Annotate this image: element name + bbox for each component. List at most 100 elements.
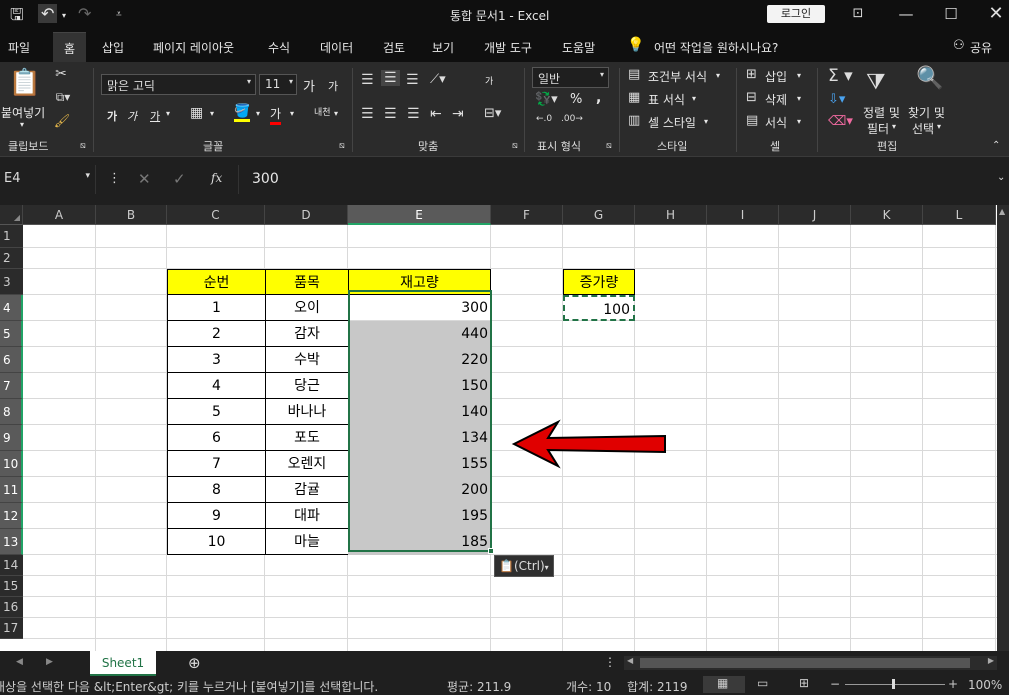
column-header-L[interactable]: L bbox=[923, 205, 996, 225]
delete-cells-button[interactable]: 삭제 bbox=[765, 91, 787, 108]
tab-file[interactable]: 파일 bbox=[8, 39, 30, 56]
conditional-format-button[interactable]: 조건부 서식 bbox=[648, 68, 707, 85]
format-cells-button[interactable]: 서식 bbox=[765, 114, 787, 131]
cut-icon[interactable]: ✂ bbox=[52, 66, 70, 82]
fill-color-icon[interactable]: 🪣 bbox=[234, 104, 250, 122]
copy-icon[interactable]: ⧉▾ bbox=[52, 90, 74, 105]
item-cell[interactable]: 오이 bbox=[265, 295, 349, 321]
fill-icon[interactable]: ⇩▾ bbox=[828, 92, 845, 107]
zoom-slider-thumb[interactable] bbox=[892, 679, 895, 689]
decrease-decimal-icon[interactable]: .00→ bbox=[561, 114, 583, 124]
stock-cell[interactable]: 200 bbox=[348, 477, 491, 503]
row-header-17[interactable]: 17 bbox=[0, 618, 23, 639]
column-header-K[interactable]: K bbox=[851, 205, 923, 225]
align-right-icon[interactable]: ☰ bbox=[407, 106, 420, 122]
percent-button[interactable]: % bbox=[570, 92, 582, 107]
select-all-corner[interactable]: ◢ bbox=[0, 205, 23, 225]
zoom-in-icon[interactable]: + bbox=[948, 677, 958, 691]
decrease-indent-icon[interactable]: ⇤ bbox=[430, 106, 442, 122]
column-header-A[interactable]: A bbox=[23, 205, 96, 225]
normal-view-button[interactable]: ▦ bbox=[703, 676, 745, 693]
cancel-icon[interactable]: ✕ bbox=[138, 170, 151, 188]
horizontal-scrollbar[interactable]: ◀ ▶ bbox=[624, 656, 997, 670]
align-left-icon[interactable]: ☰ bbox=[361, 106, 374, 122]
table-header-stock[interactable]: 재고량 bbox=[348, 269, 491, 295]
column-header-B[interactable]: B bbox=[96, 205, 167, 225]
row-header-12[interactable]: 12 bbox=[0, 503, 23, 529]
hscroll-right-icon[interactable]: ▶ bbox=[988, 656, 994, 665]
format-painter-icon[interactable]: 🖌 bbox=[52, 114, 72, 129]
wrap-text-button[interactable]: 가 bbox=[485, 74, 493, 87]
column-header-H[interactable]: H bbox=[635, 205, 707, 225]
paste-button[interactable]: 붙여넣기 bbox=[1, 104, 45, 121]
number-launcher-icon[interactable]: ⧅ bbox=[606, 141, 612, 151]
border-icon[interactable]: ▦ bbox=[190, 105, 203, 121]
row-header-13[interactable]: 13 bbox=[0, 529, 23, 555]
zoom-out-icon[interactable]: − bbox=[830, 677, 840, 691]
maximize-icon[interactable]: ☐ bbox=[933, 2, 969, 26]
clear-icon[interactable]: ⌫▾ bbox=[828, 114, 853, 129]
page-break-view-icon[interactable]: ⊞ bbox=[799, 676, 809, 690]
cell-styles-button[interactable]: 셀 스타일 bbox=[648, 114, 696, 131]
autosum-icon[interactable]: Σ ▾ bbox=[828, 66, 853, 86]
row-header-16[interactable]: 16 bbox=[0, 597, 23, 618]
format-as-table-button[interactable]: 표 서식 bbox=[648, 91, 685, 108]
shrink-font-button[interactable]: 가 bbox=[328, 78, 338, 94]
hscroll-left-icon[interactable]: ◀ bbox=[627, 656, 633, 665]
stock-cell[interactable]: 140 bbox=[348, 399, 491, 425]
formula-input[interactable]: 300 bbox=[252, 171, 279, 187]
orientation-icon[interactable]: ⟋▾ bbox=[430, 72, 446, 87]
stock-cell[interactable]: 150 bbox=[348, 373, 491, 399]
tab-view[interactable]: 보기 bbox=[432, 39, 454, 56]
vertical-scrollbar[interactable]: ▲ bbox=[997, 205, 1009, 651]
sequence-cell[interactable]: 10 bbox=[167, 529, 266, 555]
border-dropdown-icon[interactable]: ▾ bbox=[210, 109, 214, 118]
align-center-icon[interactable]: ☰ bbox=[384, 106, 397, 122]
sort-filter-button-line1[interactable]: 정렬 및 bbox=[863, 104, 900, 121]
tab-formulas[interactable]: 수식 bbox=[268, 39, 290, 56]
find-select-button-line1[interactable]: 찾기 및 bbox=[908, 104, 945, 121]
enter-icon[interactable]: ✓ bbox=[173, 170, 186, 188]
row-header-3[interactable]: 3 bbox=[0, 269, 23, 295]
page-layout-view-icon[interactable]: ▭ bbox=[757, 676, 768, 690]
sequence-cell[interactable]: 8 bbox=[167, 477, 266, 503]
underline-dropdown-icon[interactable]: ▾ bbox=[166, 109, 170, 118]
clipboard-launcher-icon[interactable]: ⧅ bbox=[80, 141, 86, 151]
font-color-dropdown-icon[interactable]: ▾ bbox=[290, 109, 294, 118]
zoom-slider[interactable] bbox=[845, 684, 945, 685]
stock-cell[interactable]: 440 bbox=[348, 321, 491, 347]
increase-value-cell[interactable]: 100 bbox=[563, 295, 635, 321]
phonetic-dropdown-icon[interactable]: ▾ bbox=[334, 109, 338, 118]
align-bottom-icon[interactable]: ☰ bbox=[406, 72, 419, 88]
scroll-thumb[interactable] bbox=[640, 658, 970, 668]
font-size-select[interactable]: 11 ▾ bbox=[259, 74, 297, 95]
row-header-6[interactable]: 6 bbox=[0, 347, 23, 373]
increase-indent-icon[interactable]: ⇥ bbox=[452, 106, 464, 122]
item-cell[interactable]: 감자 bbox=[265, 321, 349, 347]
sheet-tab-sheet1[interactable]: Sheet1 bbox=[90, 651, 156, 676]
more-options-icon[interactable]: ⋮ bbox=[108, 171, 121, 186]
paste-icon[interactable]: 📋 bbox=[8, 68, 42, 100]
item-cell[interactable]: 오렌지 bbox=[265, 451, 349, 477]
grow-font-button[interactable]: 가 bbox=[303, 76, 315, 95]
row-header-4[interactable]: 4 bbox=[0, 295, 23, 321]
stock-cell[interactable]: 220 bbox=[348, 347, 491, 373]
item-cell[interactable]: 포도 bbox=[265, 425, 349, 451]
paste-dropdown-icon[interactable]: ▾ bbox=[20, 120, 24, 129]
table-header-number[interactable]: 순번 bbox=[167, 269, 266, 295]
number-format-select[interactable]: 일반 ▾ bbox=[532, 67, 609, 88]
italic-button[interactable]: 가 bbox=[127, 108, 137, 124]
scroll-left-icon[interactable]: ◀ bbox=[16, 657, 23, 667]
increase-header[interactable]: 증가량 bbox=[563, 269, 635, 295]
stock-cell[interactable]: 155 bbox=[348, 451, 491, 477]
zoom-level[interactable]: 100% bbox=[968, 678, 1002, 692]
alignment-launcher-icon[interactable]: ⧅ bbox=[512, 141, 518, 151]
row-header-2[interactable]: 2 bbox=[0, 248, 23, 269]
name-box[interactable]: E4 ▾ bbox=[0, 165, 96, 194]
row-header-10[interactable]: 10 bbox=[0, 451, 23, 477]
column-header-J[interactable]: J bbox=[779, 205, 851, 225]
tab-review[interactable]: 검토 bbox=[383, 39, 405, 56]
minimize-icon[interactable]: — bbox=[888, 2, 924, 26]
scroll-up-icon[interactable]: ▲ bbox=[999, 207, 1005, 216]
comma-button[interactable]: , bbox=[596, 90, 601, 106]
